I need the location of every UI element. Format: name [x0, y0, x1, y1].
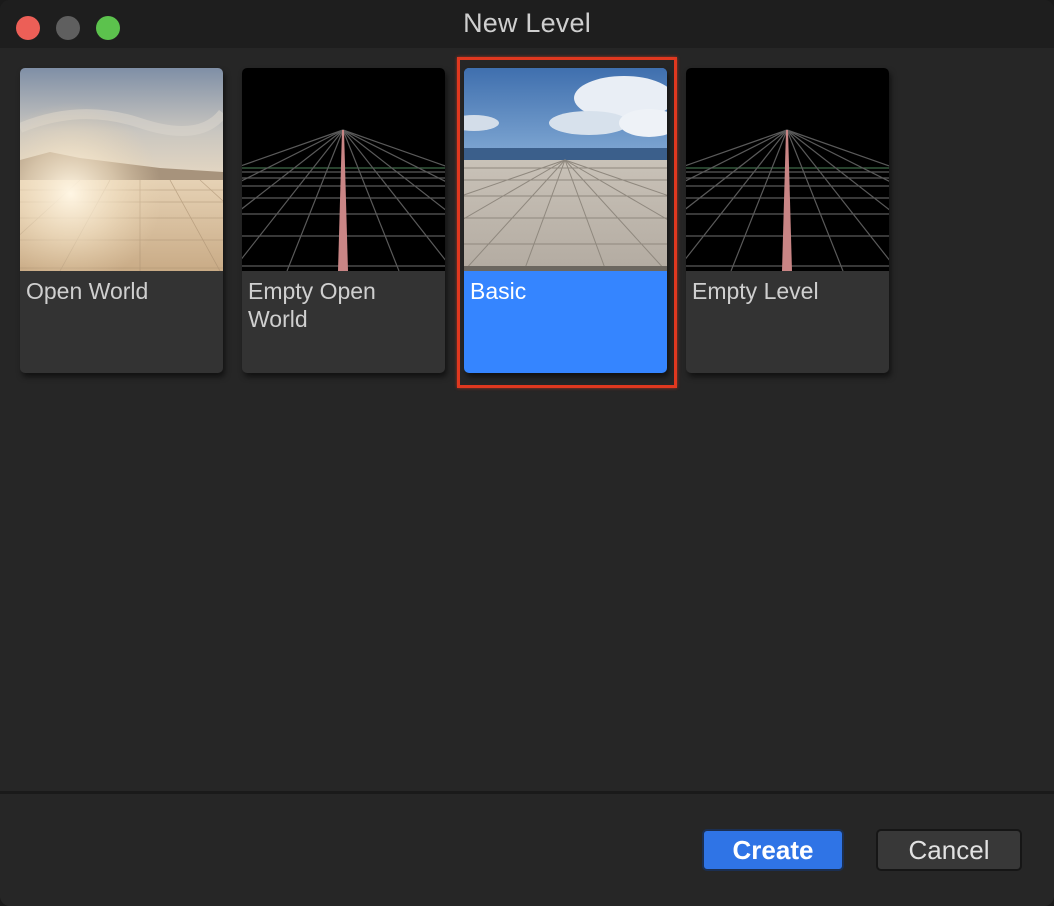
template-card-basic[interactable]: Basic: [464, 68, 667, 373]
sky-tiled-floor-thumbnail: [464, 68, 667, 271]
dialog-footer: Create Cancel: [0, 791, 1054, 906]
template-card-open-world[interactable]: Open World: [20, 68, 223, 373]
new-level-dialog: New Level Open World Empty Open World Ba…: [0, 0, 1054, 906]
template-grid: Open World Empty Open World Basic Empty …: [0, 48, 1054, 791]
template-card-label: Empty Open World: [248, 278, 376, 332]
template-card-label: Open World: [26, 278, 149, 304]
window-title: New Level: [463, 8, 591, 38]
template-card-label: Empty Level: [692, 278, 819, 304]
cancel-button[interactable]: Cancel: [876, 829, 1022, 871]
dark-grid-thumbnail: [686, 68, 889, 271]
template-card-empty-level[interactable]: Empty Level: [686, 68, 889, 373]
desert-landscape-thumbnail: [20, 68, 223, 271]
title-bar: New Level: [0, 0, 1054, 48]
create-button[interactable]: Create: [702, 829, 844, 871]
dark-grid-thumbnail: [242, 68, 445, 271]
template-card-empty-open-world[interactable]: Empty Open World: [242, 68, 445, 373]
template-card-label: Basic: [470, 278, 527, 304]
